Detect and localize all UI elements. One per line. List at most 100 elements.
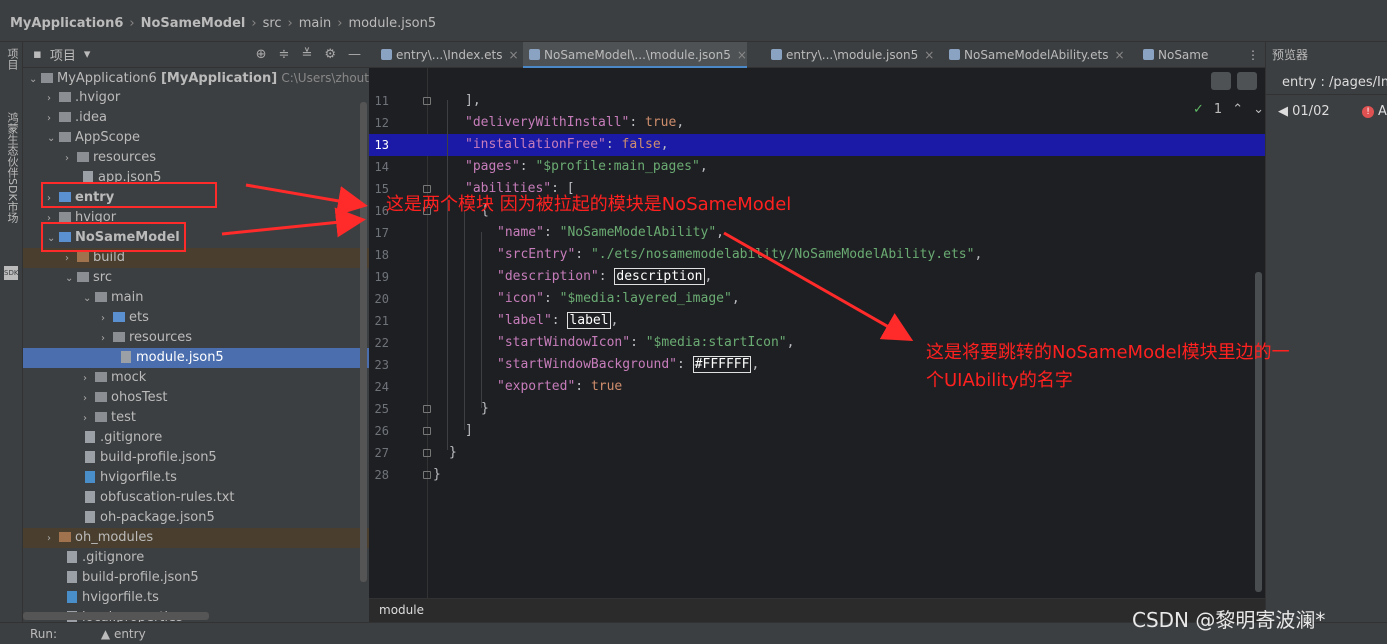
tree-item-root-gitignore[interactable]: .gitignore [23, 548, 369, 568]
chevron-right-icon[interactable]: › [101, 309, 113, 329]
line-number: 17 [374, 226, 389, 240]
close-icon[interactable]: × [924, 48, 934, 62]
tree-item-hvigorfile[interactable]: hvigorfile.ts [23, 468, 369, 488]
previewer-title[interactable]: 预览器 [1272, 46, 1308, 63]
tree-item-gitignore[interactable]: .gitignore [23, 428, 369, 448]
sdk-icon[interactable]: SDK [4, 266, 18, 280]
run-config-tab[interactable]: ▲ entry [101, 627, 146, 641]
chevron-up-icon[interactable]: ⌃ [1232, 102, 1243, 117]
reader-mode-icon[interactable] [1211, 72, 1231, 90]
tree-item-idea[interactable]: › .idea [23, 108, 369, 128]
expand-all-icon[interactable]: ≑ [279, 47, 290, 62]
tree-item-root-build-profile[interactable]: build-profile.json5 [23, 568, 369, 588]
tree-item-ohostest[interactable]: › ohosTest [23, 388, 369, 408]
line-number: 22 [374, 336, 389, 350]
tree-item-obfuscation-rules[interactable]: obfuscation-rules.txt [23, 488, 369, 508]
tree-item-appscope-resources[interactable]: › resources [23, 148, 369, 168]
json-value-placeholder[interactable]: #FFFFFF [692, 356, 752, 373]
tree-item-ets[interactable]: › ets [23, 308, 369, 328]
tab-entry-module-json5[interactable]: entry\...\module.json5 × [765, 42, 934, 68]
tab-nosamemodelability-ets[interactable]: NoSameModelAbility.ets × [943, 42, 1125, 68]
gear-icon[interactable]: ⚙ [324, 47, 336, 62]
tree-item-main[interactable]: ⌄ main [23, 288, 369, 308]
folder-icon: ▪ [33, 47, 42, 62]
chevron-down-icon[interactable]: ⌄ [47, 129, 59, 149]
tab-nosamemodel-module-json5[interactable]: NoSameModel\...\module.json5 × [523, 42, 747, 68]
tree-item-oh-modules[interactable]: › oh_modules [23, 528, 369, 548]
chevron-right-icon[interactable]: › [47, 89, 59, 109]
chevron-right-icon[interactable]: › [47, 529, 59, 549]
breadcrumb-main[interactable]: main [299, 16, 331, 31]
locate-icon[interactable]: ⊕ [256, 47, 267, 62]
tree-item-hvigor-dot[interactable]: › .hvigor [23, 88, 369, 108]
collapse-all-icon[interactable]: ≚ [301, 47, 312, 62]
line-number: 20 [374, 292, 389, 306]
tree-item-mock[interactable]: › mock [23, 368, 369, 388]
chevron-down-icon[interactable]: ⌄ [65, 269, 77, 289]
tree-item-test[interactable]: › test [23, 408, 369, 428]
tree-item-module-json5[interactable]: module.json5 [23, 348, 369, 368]
project-horizontal-scrollbar[interactable] [23, 612, 209, 620]
chevron-right-icon[interactable]: › [65, 249, 77, 269]
inspection-widget[interactable]: ✓ 1 ⌃ ⌄ [1193, 102, 1264, 117]
editor-breadcrumb-status[interactable]: module [369, 598, 1265, 622]
json-value-placeholder[interactable]: description [614, 268, 705, 285]
code-line: "exported": true [497, 379, 623, 394]
more-tabs-icon[interactable]: ⋮ [1241, 42, 1259, 68]
tree-item-src[interactable]: ⌄ src [23, 268, 369, 288]
chevron-right-icon[interactable]: › [65, 149, 77, 169]
warning-icon[interactable]: ! [1362, 106, 1374, 118]
fold-marker-icon[interactable] [423, 427, 431, 435]
line-number: 23 [374, 358, 389, 372]
chevron-down-icon[interactable]: ⌄ [83, 289, 95, 309]
breadcrumb-project[interactable]: MyApplication6 [10, 16, 123, 31]
json-value-placeholder[interactable]: label [567, 312, 611, 329]
image-preview-icon[interactable] [1237, 72, 1257, 90]
fold-marker-icon[interactable] [423, 405, 431, 413]
tree-item-oh-package[interactable]: oh-package.json5 [23, 508, 369, 528]
tab-nosame[interactable]: NoSame [1137, 42, 1208, 68]
tree-item-main-resources[interactable]: › resources [23, 328, 369, 348]
chevron-down-icon[interactable]: ⌄ [29, 70, 41, 90]
chevron-down-icon[interactable]: ⌄ [1253, 102, 1264, 117]
tab-index-ets[interactable]: entry\...\Index.ets × [375, 42, 519, 68]
project-panel-title[interactable]: 项目 [50, 45, 76, 64]
folder-icon [113, 332, 125, 342]
chevron-right-icon[interactable]: › [47, 109, 59, 129]
fold-marker-icon[interactable] [423, 471, 431, 479]
previewer-page-nav[interactable]: ◀ 01/02 [1278, 104, 1330, 119]
folder-icon [41, 73, 53, 83]
code-line: } [433, 464, 441, 486]
chevron-right-icon[interactable]: › [83, 369, 95, 389]
close-icon[interactable]: × [508, 48, 518, 62]
chevron-right-icon[interactable]: › [101, 329, 113, 349]
editor-scrollbar[interactable] [1255, 272, 1262, 592]
breadcrumb-module[interactable]: NoSameModel [141, 16, 246, 31]
chevron-right-icon[interactable]: › [83, 389, 95, 409]
close-icon[interactable]: × [737, 48, 747, 62]
close-icon[interactable]: × [1114, 48, 1124, 62]
previewer-page-select[interactable]: entry : /pages/Ind [1282, 75, 1387, 90]
annotation-uiability-line1: 这是将要跳转的NoSameModel模块里边的一 [926, 342, 1290, 363]
tree-item-build-profile[interactable]: build-profile.json5 [23, 448, 369, 468]
tree-item-appscope[interactable]: ⌄ AppScope [23, 128, 369, 148]
breadcrumb-src[interactable]: src [263, 16, 282, 31]
tree-item-label: .idea [75, 110, 107, 125]
sdk-market-tool-tab[interactable]: 鸿蒙生态伙伴SDK市场 [4, 112, 20, 223]
json-key: "deliveryWithInstall" [465, 115, 630, 130]
project-tool-tab[interactable]: 项目 [4, 48, 20, 70]
ets-file-icon [381, 49, 392, 60]
tree-item-label: .gitignore [100, 430, 163, 445]
fold-marker-icon[interactable] [423, 449, 431, 457]
tree-item-label: src [93, 270, 112, 285]
chevron-down-icon[interactable]: ▾ [84, 47, 91, 62]
project-scrollbar[interactable] [360, 102, 367, 582]
chevron-right-icon[interactable]: › [83, 409, 95, 429]
minimize-icon[interactable]: — [348, 47, 361, 62]
tree-item-root-hvigorfile[interactable]: hvigorfile.ts [23, 588, 369, 608]
folder-icon [77, 272, 89, 282]
tree-item-root[interactable]: ⌄ MyApplication6 [MyApplication] C:\Users… [23, 68, 369, 88]
json-key: "startWindowBackground" [497, 357, 678, 372]
breadcrumb-file[interactable]: module.json5 [348, 16, 436, 31]
fold-marker-icon[interactable] [423, 97, 431, 105]
